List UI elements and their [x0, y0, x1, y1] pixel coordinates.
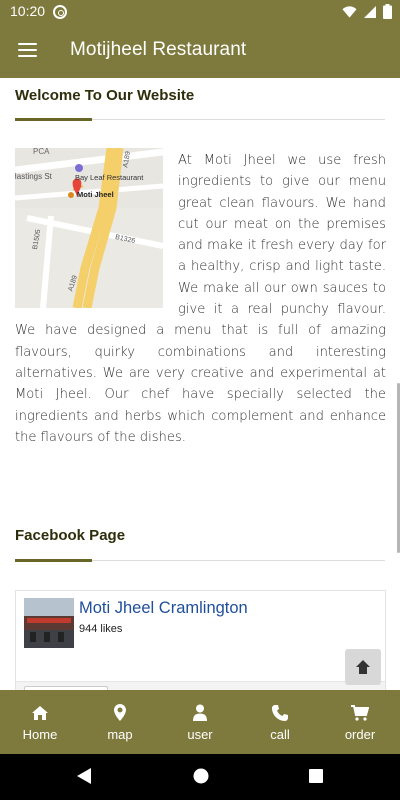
bottom-navigation: Home map user call order	[0, 690, 400, 754]
welcome-text-block: At Moti Jheel we use fresh ingredients t…	[15, 150, 386, 448]
signal-icon	[364, 5, 376, 18]
app-notification-icon	[53, 5, 67, 19]
welcome-heading: Welcome To Our Website	[15, 87, 195, 104]
nav-label-call: call	[270, 726, 290, 742]
map-marker-icon	[114, 703, 126, 723]
welcome-heading-rule	[15, 118, 385, 121]
cart-icon	[351, 703, 369, 723]
nav-label-map: map	[107, 726, 133, 742]
nav-item-call[interactable]: call	[240, 690, 320, 754]
nav-item-order[interactable]: order	[320, 690, 400, 754]
nav-label-order: order	[344, 726, 376, 742]
status-icons	[342, 4, 392, 19]
home-icon	[31, 703, 49, 723]
nav-item-user[interactable]: user	[160, 690, 240, 754]
facebook-page-name[interactable]: Moti Jheel Cramlington	[79, 599, 248, 618]
system-navigation-bar	[0, 754, 400, 800]
back-icon[interactable]	[75, 767, 93, 785]
status-time: 10:20	[10, 3, 46, 19]
facebook-page-card: Moti Jheel Cramlington 944 likes	[15, 590, 386, 690]
home-circle-icon[interactable]	[192, 767, 210, 785]
arrow-up-icon	[356, 660, 370, 674]
battery-icon	[383, 4, 392, 19]
nav-item-map[interactable]: map	[80, 690, 160, 754]
hamburger-menu-icon[interactable]	[18, 43, 37, 57]
wifi-icon	[342, 5, 357, 18]
restaurant-photo-graphic	[24, 598, 74, 648]
recents-icon[interactable]	[308, 767, 324, 785]
nav-item-home[interactable]: Home	[0, 690, 80, 754]
facebook-likes: 944 likes	[79, 623, 123, 635]
facebook-page-photo[interactable]	[24, 598, 74, 648]
scroll-to-top-button[interactable]	[345, 649, 381, 685]
app-title: Motijheel Restaurant	[70, 39, 247, 60]
user-icon	[193, 703, 207, 723]
nav-label-user: user	[187, 726, 213, 742]
facebook-heading-rule	[15, 559, 385, 562]
nav-label-home: Home	[22, 726, 58, 742]
phone-icon	[272, 703, 288, 723]
facebook-heading: Facebook Page	[15, 527, 126, 544]
facebook-action-strip	[16, 681, 385, 690]
main-content[interactable]: Welcome To Our Website PCA Hastings St B…	[0, 78, 400, 690]
status-bar: 10:20	[0, 0, 400, 24]
app-bar: Motijheel Restaurant	[0, 24, 400, 78]
